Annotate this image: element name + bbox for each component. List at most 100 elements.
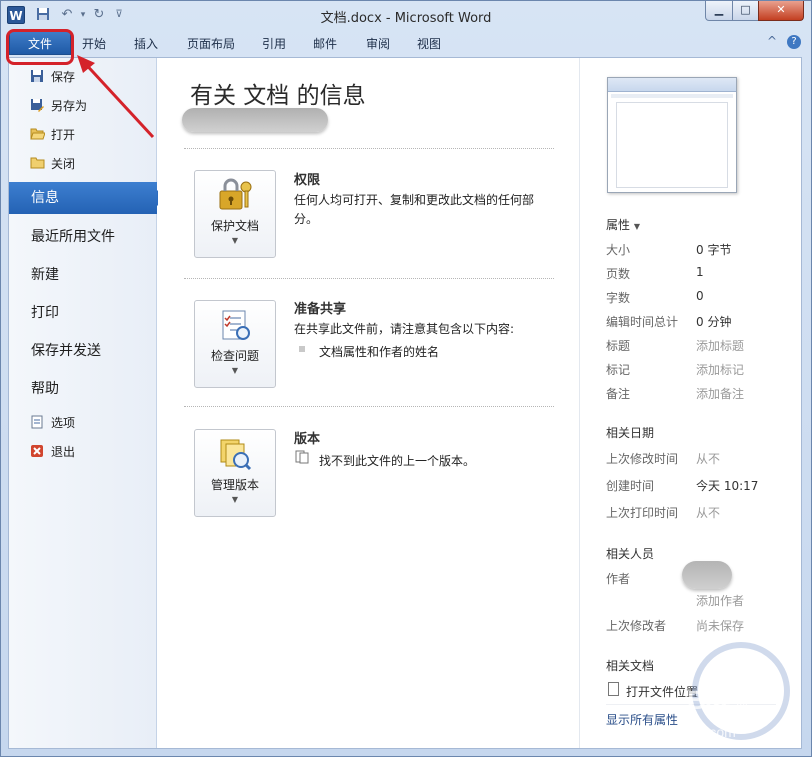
prepare-sharing-item: 文档属性和作者的姓名 — [319, 345, 440, 359]
prop-pages-value: 1 — [696, 265, 704, 279]
maximize-button[interactable]: □ — [732, 1, 759, 21]
tab-references[interactable]: 引用 — [257, 33, 291, 55]
document-icon — [608, 682, 619, 696]
prop-comments-label: 备注 — [606, 387, 631, 401]
properties-header[interactable]: 属性 ▼ — [606, 216, 640, 233]
thumbnail-ruler — [611, 94, 733, 98]
created-value: 今天 10:17 — [696, 479, 759, 493]
tab-review[interactable]: 审阅 — [361, 33, 395, 55]
nav-print[interactable]: 打印 — [9, 297, 155, 329]
help-icon[interactable]: ? — [787, 35, 801, 49]
nav-new[interactable]: 新建 — [9, 259, 155, 291]
lock-key-icon — [215, 177, 255, 215]
nav-close-label: 关闭 — [51, 157, 76, 171]
chevron-down-icon: ▼ — [633, 222, 640, 231]
chevron-down-icon: ▼ — [231, 236, 239, 245]
nav-recent[interactable]: 最近所用文件 — [9, 221, 155, 253]
prop-tags-label: 标记 — [606, 363, 631, 377]
properties-divider — [606, 704, 776, 705]
document-thumbnail[interactable] — [607, 77, 737, 193]
protect-document-button[interactable]: 保护文档 ▼ — [194, 170, 276, 258]
author-label: 作者 — [606, 572, 631, 586]
related-documents-header: 相关文档 — [606, 659, 655, 673]
page-title: 有关 文档 的信息 — [190, 83, 366, 109]
versions-heading: 版本 — [294, 432, 321, 447]
prop-tags-input[interactable]: 添加标记 — [696, 361, 744, 378]
permissions-desc: 任何人均可打开、复制和更改此文档的任何部分。 — [294, 193, 535, 226]
minimize-button[interactable]: ▁ — [705, 1, 733, 21]
backstage-view: 保存 另存为 打开 关闭 信息 最近所用文件 新建 打印 保存并发送 帮助 选项… — [8, 57, 802, 749]
undo-dropdown-icon[interactable]: ▾ — [75, 7, 91, 23]
save-icon — [29, 69, 45, 85]
tab-page-layout[interactable]: 页面布局 — [181, 33, 241, 55]
prop-title-input[interactable]: 添加标题 — [696, 337, 744, 354]
prop-words-value: 0 — [696, 289, 704, 303]
chevron-down-icon: ▼ — [231, 495, 239, 504]
open-folder-icon — [29, 127, 46, 143]
manage-versions-label: 管理版本 — [210, 478, 259, 492]
tab-view[interactable]: 视图 — [412, 33, 446, 55]
options-icon — [29, 415, 45, 431]
word-app-icon[interactable]: W — [7, 6, 25, 24]
nav-info[interactable]: 信息 — [9, 182, 165, 214]
prop-title-label: 标题 — [606, 339, 631, 353]
undo-icon[interactable]: ↶ — [59, 7, 75, 23]
show-all-properties-link[interactable]: 显示所有属性 — [606, 711, 678, 728]
last-printed-value: 从不 — [696, 506, 721, 520]
nav-save-send[interactable]: 保存并发送 — [9, 335, 155, 367]
info-panel: 有关 文档 的信息 保护文档 ▼ 权限 任何人均可打开、复制和更改此文档的任何部… — [158, 58, 578, 748]
last-modified-label: 上次修改时间 — [606, 452, 679, 466]
backstage-nav: 保存 另存为 打开 关闭 信息 最近所用文件 新建 打印 保存并发送 帮助 选项… — [9, 58, 165, 748]
properties-panel: 属性 ▼ 大小 0 字节 页数 1 字数 0 编辑时间总计 0 分钟 标题 添加… — [579, 58, 801, 748]
thumbnail-page — [616, 102, 728, 188]
related-people-header: 相关人员 — [606, 547, 655, 561]
collapse-ribbon-icon[interactable]: ^ — [767, 34, 777, 48]
open-file-location-link[interactable]: 打开文件位置 — [626, 683, 698, 700]
last-printed-label: 上次打印时间 — [606, 506, 679, 520]
exit-icon — [29, 444, 45, 460]
redacted-path — [182, 108, 328, 132]
section-divider — [184, 278, 554, 279]
checklist-icon — [215, 307, 255, 345]
section-divider — [184, 406, 554, 407]
redacted-author[interactable] — [682, 561, 732, 589]
save-as-icon — [29, 98, 45, 114]
prop-pages-label: 页数 — [606, 267, 631, 281]
versions-desc: 找不到此文件的上一个版本。 — [319, 454, 476, 468]
protect-document-label: 保护文档 — [210, 219, 259, 233]
last-modified-by-label: 上次修改者 — [606, 619, 667, 633]
close-folder-icon — [29, 156, 45, 172]
nav-close[interactable]: 关闭 — [9, 152, 155, 176]
close-button[interactable]: ✕ — [758, 1, 804, 21]
permissions-heading: 权限 — [294, 173, 321, 188]
manage-versions-button[interactable]: 管理版本 ▼ — [194, 429, 276, 517]
nav-exit[interactable]: 退出 — [9, 440, 155, 464]
tab-mailings[interactable]: 邮件 — [308, 33, 342, 55]
section-divider — [184, 148, 554, 149]
prop-comments-input[interactable]: 添加备注 — [696, 385, 744, 402]
check-issues-button[interactable]: 检查问题 ▼ — [194, 300, 276, 388]
related-dates-header: 相关日期 — [606, 426, 655, 440]
thumbnail-ribbon — [608, 78, 736, 92]
title-bar: W ↶ ▾ ↻ ⊽ 文档.docx - Microsoft Word ▁ □ ✕ — [1, 1, 811, 29]
prop-edit-time-label: 编辑时间总计 — [606, 315, 679, 329]
nav-exit-label: 退出 — [51, 445, 76, 459]
add-author-link[interactable]: 添加作者 — [696, 592, 744, 609]
created-label: 创建时间 — [606, 479, 655, 493]
prop-size-label: 大小 — [606, 243, 631, 257]
redo-icon[interactable]: ↻ — [91, 7, 107, 23]
save-icon[interactable] — [35, 7, 51, 23]
customize-qat-icon[interactable]: ⊽ — [111, 7, 127, 23]
no-version-icon — [295, 450, 309, 464]
nav-options[interactable]: 选项 — [9, 411, 155, 435]
last-modified-by-value: 尚未保存 — [696, 619, 745, 633]
nav-options-label: 选项 — [51, 416, 76, 430]
nav-help[interactable]: 帮助 — [9, 373, 155, 405]
last-modified-value: 从不 — [696, 452, 721, 466]
check-issues-label: 检查问题 — [210, 349, 259, 363]
annotation-arrow-icon — [77, 55, 155, 139]
chevron-down-icon: ▼ — [231, 366, 239, 375]
prop-words-label: 字数 — [606, 291, 631, 305]
bullet-icon — [299, 346, 305, 352]
properties-header-label: 属性 — [606, 218, 631, 232]
